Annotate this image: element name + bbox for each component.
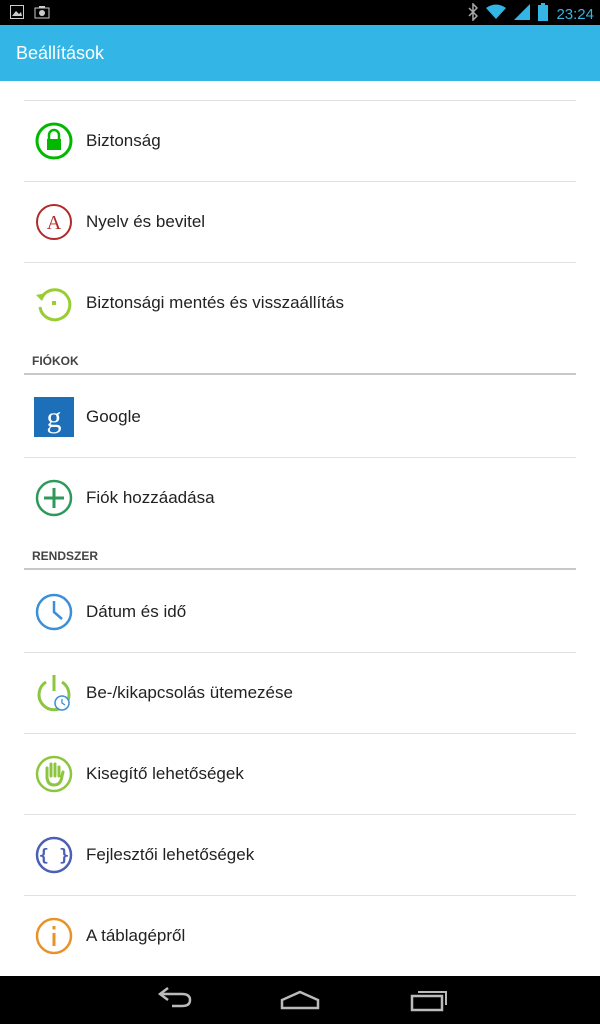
settings-item-developer[interactable]: { } Fejlesztői lehetőségek — [24, 815, 576, 896]
add-account-icon — [34, 478, 74, 518]
signal-icon — [514, 4, 531, 25]
section-title: RENDSZER — [32, 549, 99, 563]
settings-list[interactable]: Biztonság A Nyelv és bevitel Biztonsági … — [0, 81, 600, 976]
settings-item-add-account[interactable]: Fiók hozzáadása — [24, 458, 576, 539]
section-header-accounts: FIÓKOK — [24, 351, 576, 375]
settings-item-security[interactable]: Biztonság — [24, 101, 576, 182]
google-icon: g — [34, 397, 74, 437]
page-title: Beállítások — [16, 43, 105, 63]
settings-item-power-schedule[interactable]: Be-/kikapcsolás ütemezése — [24, 653, 576, 734]
settings-item-label: Biztonsági mentés és visszaállítás — [86, 293, 344, 312]
status-time: 23:24 — [556, 6, 594, 23]
section-title: FIÓKOK — [32, 354, 79, 368]
settings-item-label: A táblagépről — [86, 926, 186, 945]
backup-restore-icon — [34, 283, 74, 323]
section-header-system: RENDSZER — [24, 546, 576, 570]
settings-item-label: Dátum és idő — [86, 602, 187, 621]
settings-item-label: Be-/kikapcsolás ütemezése — [86, 683, 293, 702]
battery-icon — [538, 3, 549, 26]
svg-text:{ }: { } — [39, 846, 70, 866]
info-icon — [34, 916, 74, 956]
settings-item-label: Google — [86, 407, 141, 426]
settings-item-label: Biztonság — [86, 131, 161, 150]
action-bar: Beállítások — [0, 25, 600, 81]
svg-text:g: g — [47, 401, 62, 434]
settings-item-label: Fiók hozzáadása — [86, 488, 215, 507]
settings-item-language[interactable]: A Nyelv és bevitel — [24, 182, 576, 263]
settings-item-accessibility[interactable]: Kisegítő lehetőségek — [24, 734, 576, 815]
language-icon: A — [34, 202, 74, 242]
settings-item-label: Fejlesztői lehetőségek — [86, 845, 255, 864]
bluetooth-icon — [468, 2, 479, 26]
navigation-bar — [0, 976, 600, 1024]
accessibility-hand-icon — [34, 754, 74, 794]
clock-icon — [34, 592, 74, 632]
settings-item-about[interactable]: A táblagépről — [24, 896, 576, 976]
developer-braces-icon: { } — [34, 835, 74, 875]
settings-item-backup[interactable]: Biztonsági mentés és visszaállítás — [24, 263, 576, 344]
camera-icon — [34, 5, 50, 24]
image-icon — [10, 5, 24, 24]
recent-apps-icon[interactable] — [398, 986, 458, 1014]
settings-item-label: Nyelv és bevitel — [86, 212, 206, 231]
home-icon[interactable] — [270, 986, 330, 1014]
status-bar: 23:24 — [0, 0, 600, 25]
settings-item-date-time[interactable]: Dátum és idő — [24, 572, 576, 653]
wifi-icon — [486, 4, 507, 25]
back-icon[interactable] — [142, 986, 202, 1014]
svg-text:A: A — [47, 212, 62, 234]
settings-item-google[interactable]: g Google — [24, 377, 576, 458]
power-schedule-icon — [34, 673, 74, 713]
lock-icon — [34, 121, 74, 161]
settings-item-label: Kisegítő lehetőségek — [86, 764, 244, 783]
